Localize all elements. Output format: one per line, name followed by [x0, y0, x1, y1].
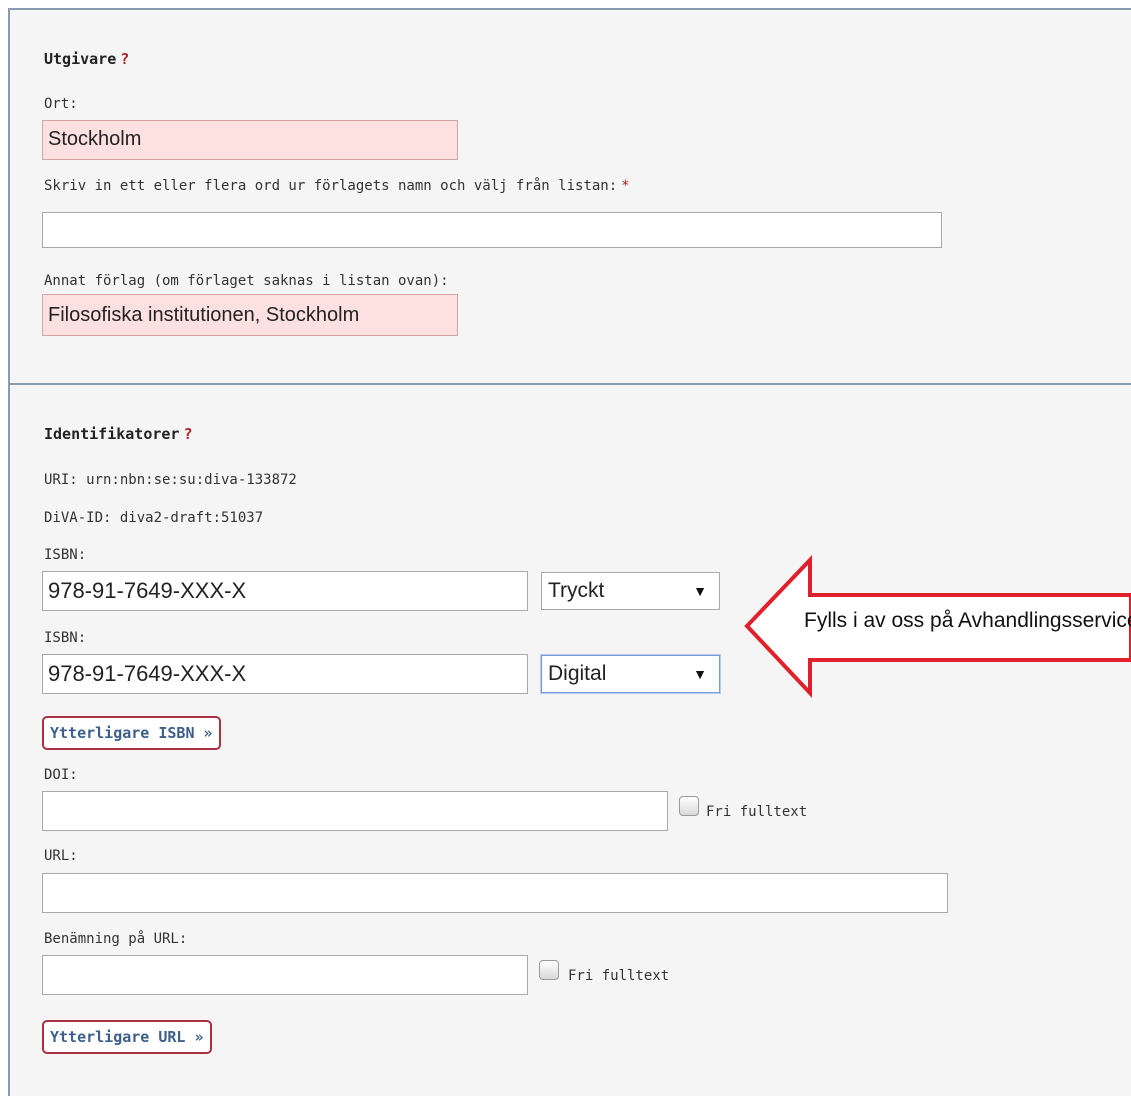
annotation-text: Fylls i av oss på Avhandlingsservice [804, 609, 1131, 632]
annotation-arrow-icon [744, 555, 1131, 699]
